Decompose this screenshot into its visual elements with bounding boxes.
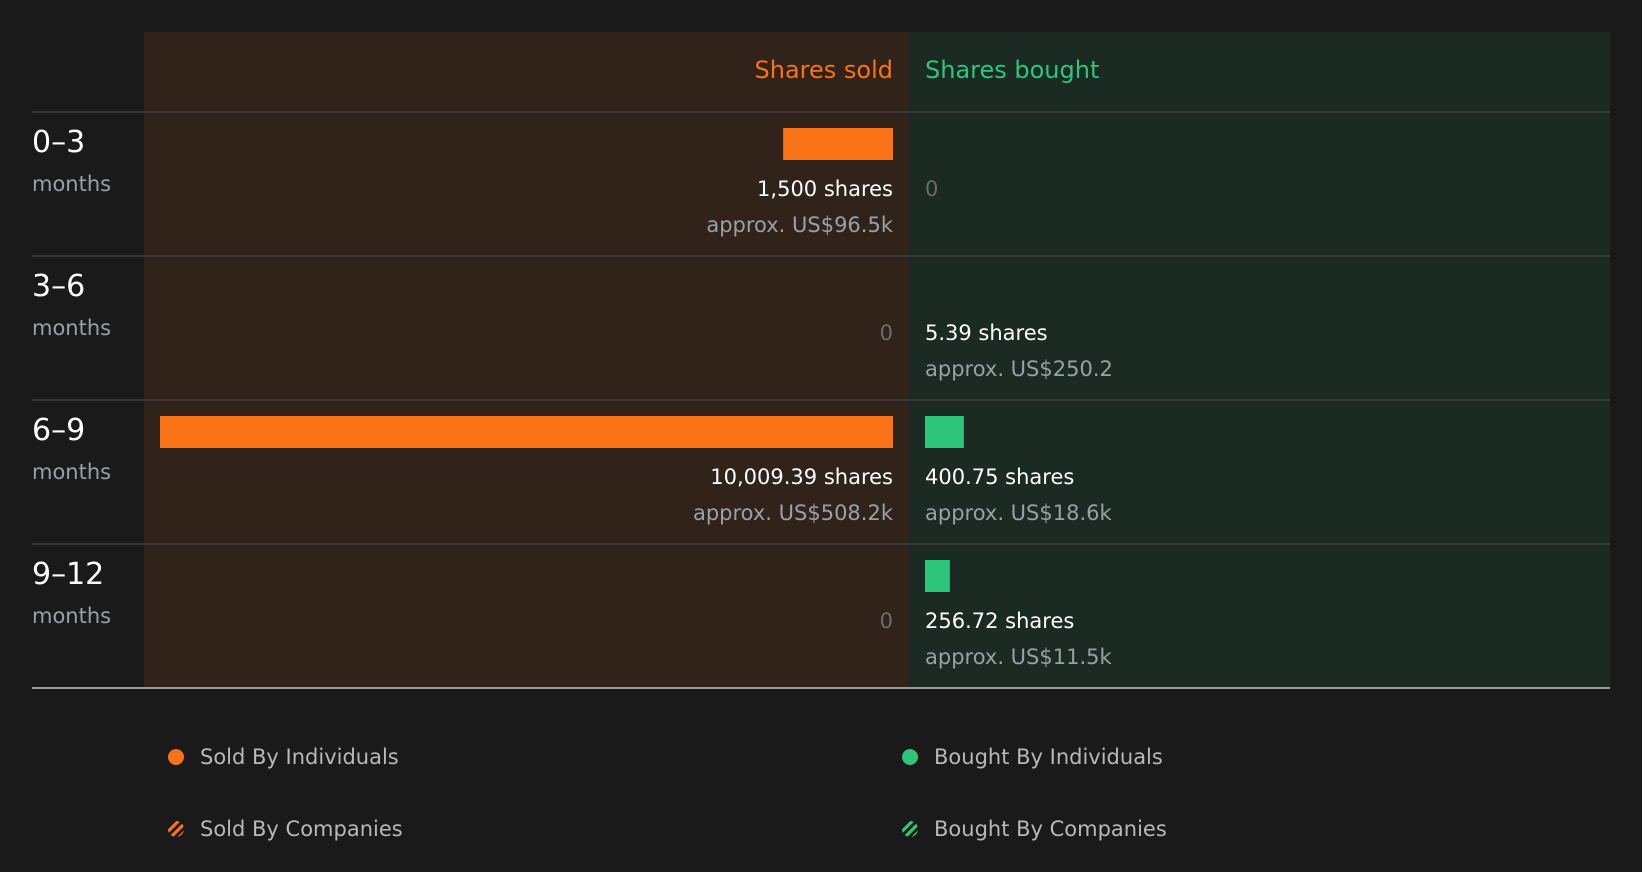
header-shares-bought: Shares bought [925, 56, 1099, 84]
category-unit-label: months [32, 172, 111, 196]
green-dot-icon [902, 749, 918, 765]
data-label-sold-zero: 0 [880, 609, 893, 633]
data-label-sold: 10,009.39 shares [710, 465, 893, 489]
legend-item-bought-individuals: Bought By Individuals [902, 745, 1163, 769]
approx-value-bought: approx. US$18.6k [925, 501, 1113, 525]
bar-bought [925, 560, 950, 592]
green-hatched-dot-icon [902, 821, 918, 837]
category-label: 9–12 [32, 557, 104, 592]
legend-label: Sold By Companies [200, 817, 403, 841]
approx-value-bought: approx. US$250.2 [925, 357, 1113, 381]
data-label-bought-zero: 0 [925, 177, 938, 201]
data-label-sold-zero: 0 [880, 321, 893, 345]
chart-legend: Sold By Individuals Bought By Individual… [0, 720, 1642, 860]
legend-item-sold-individuals: Sold By Individuals [168, 745, 399, 769]
legend-label: Bought By Individuals [934, 745, 1163, 769]
legend-item-sold-companies: Sold By Companies [168, 817, 403, 841]
category-unit-label: months [32, 460, 111, 484]
orange-hatched-dot-icon [168, 821, 184, 837]
data-label-bought: 256.72 shares [925, 609, 1074, 633]
category-unit-label: months [32, 316, 111, 340]
legend-item-bought-companies: Bought By Companies [902, 817, 1167, 841]
category-label: 3–6 [32, 269, 85, 304]
data-label-sold: 1,500 shares [757, 177, 893, 201]
data-label-bought: 5.39 shares [925, 321, 1048, 345]
bar-sold [783, 128, 893, 160]
legend-label: Sold By Individuals [200, 745, 399, 769]
approx-value-sold: approx. US$508.2k [693, 501, 894, 525]
data-label-bought: 400.75 shares [925, 465, 1074, 489]
bar-bought [925, 416, 964, 448]
approx-value-sold: approx. US$96.5k [706, 213, 894, 237]
category-label: 6–9 [32, 413, 85, 448]
approx-value-bought: approx. US$11.5k [925, 645, 1113, 669]
bar-sold [160, 416, 893, 448]
category-unit-label: months [32, 604, 111, 628]
header-shares-sold: Shares sold [755, 56, 893, 84]
legend-label: Bought By Companies [934, 817, 1167, 841]
orange-dot-icon [168, 749, 184, 765]
category-label: 0–3 [32, 125, 85, 160]
